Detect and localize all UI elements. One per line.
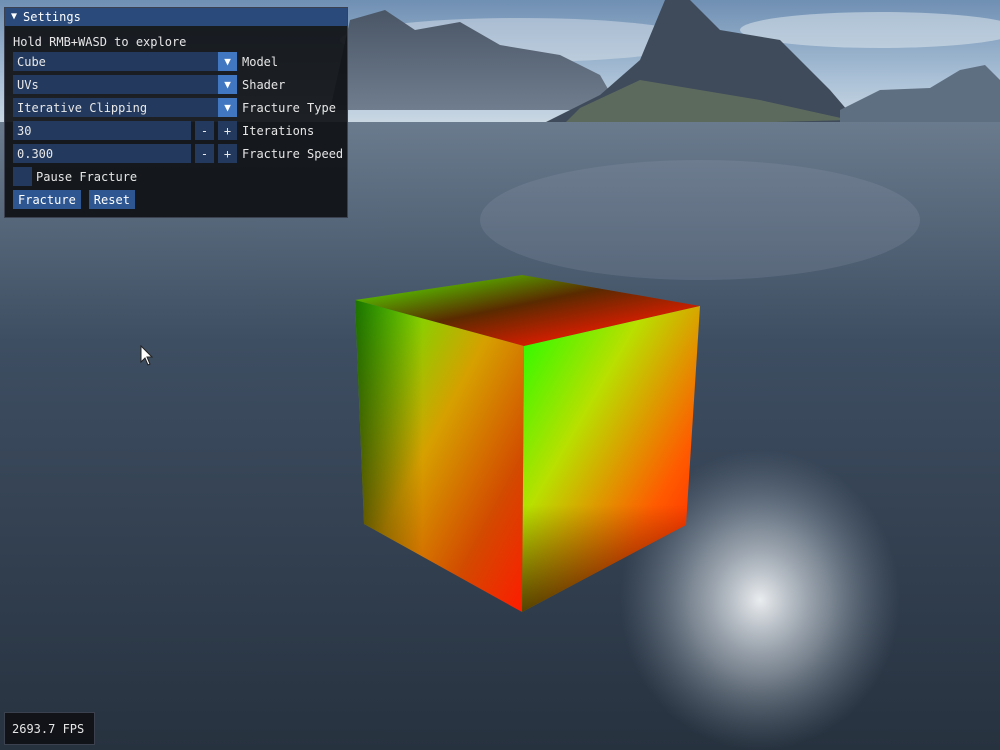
shader-value: UVs: [17, 77, 39, 92]
model-value: Cube: [17, 54, 46, 69]
reflection: [480, 160, 920, 280]
pause-fracture-label: Pause Fracture: [36, 169, 138, 184]
shader-combo[interactable]: UVs ▼: [13, 75, 237, 94]
fps-overlay: 2693.7 FPS: [4, 712, 95, 745]
settings-title: Settings: [23, 10, 81, 24]
pause-fracture-checkbox[interactable]: [13, 167, 32, 186]
reset-button[interactable]: Reset: [88, 190, 135, 209]
iterations-label: Iterations: [242, 123, 315, 138]
fracture-type-label: Fracture Type: [242, 100, 336, 115]
pause-fracture-row: Pause Fracture: [13, 167, 137, 186]
chevron-down-icon[interactable]: ▼: [218, 98, 237, 117]
fracture-type-value: Iterative Clipping: [17, 100, 148, 115]
iterations-minus-button[interactable]: -: [195, 121, 214, 140]
iterations-input[interactable]: 30: [13, 121, 191, 140]
iterations-row: 30 - + Iterations: [13, 121, 314, 140]
fracture-speed-plus-button[interactable]: +: [218, 144, 237, 163]
fracture-speed-row: 0.300 - + Fracture Speed: [13, 144, 343, 163]
settings-window[interactable]: ▼ Settings Hold RMB+WASD to explore Cube…: [4, 7, 348, 218]
fracture-speed-input[interactable]: 0.300: [13, 144, 191, 163]
fracture-speed-label: Fracture Speed: [242, 146, 344, 161]
settings-title-bar[interactable]: ▼ Settings: [5, 8, 347, 26]
mouse-cursor-icon: [140, 345, 154, 366]
fracture-type-combo[interactable]: Iterative Clipping ▼: [13, 98, 237, 117]
model-row: Cube ▼ Model: [13, 52, 278, 71]
iterations-value: 30: [17, 123, 32, 138]
fps-text: 2693.7 FPS: [12, 721, 85, 736]
iterations-plus-button[interactable]: +: [218, 121, 237, 140]
model-combo[interactable]: Cube ▼: [13, 52, 237, 71]
hint-row: Hold RMB+WASD to explore: [13, 32, 186, 51]
chevron-down-icon[interactable]: ▼: [218, 75, 237, 94]
shader-row: UVs ▼ Shader: [13, 75, 285, 94]
shader-label: Shader: [242, 77, 286, 92]
fracture-speed-value: 0.300: [17, 146, 54, 161]
fracture-speed-minus-button[interactable]: -: [195, 144, 214, 163]
action-buttons-row: Fracture Reset: [13, 190, 143, 209]
chevron-down-icon[interactable]: ▼: [218, 52, 237, 71]
collapse-triangle-icon[interactable]: ▼: [11, 12, 17, 22]
fracture-button[interactable]: Fracture: [13, 190, 81, 209]
model-label: Model: [242, 54, 279, 69]
hint-text: Hold RMB+WASD to explore: [13, 34, 187, 49]
fracture-type-row: Iterative Clipping ▼ Fracture Type: [13, 98, 336, 117]
